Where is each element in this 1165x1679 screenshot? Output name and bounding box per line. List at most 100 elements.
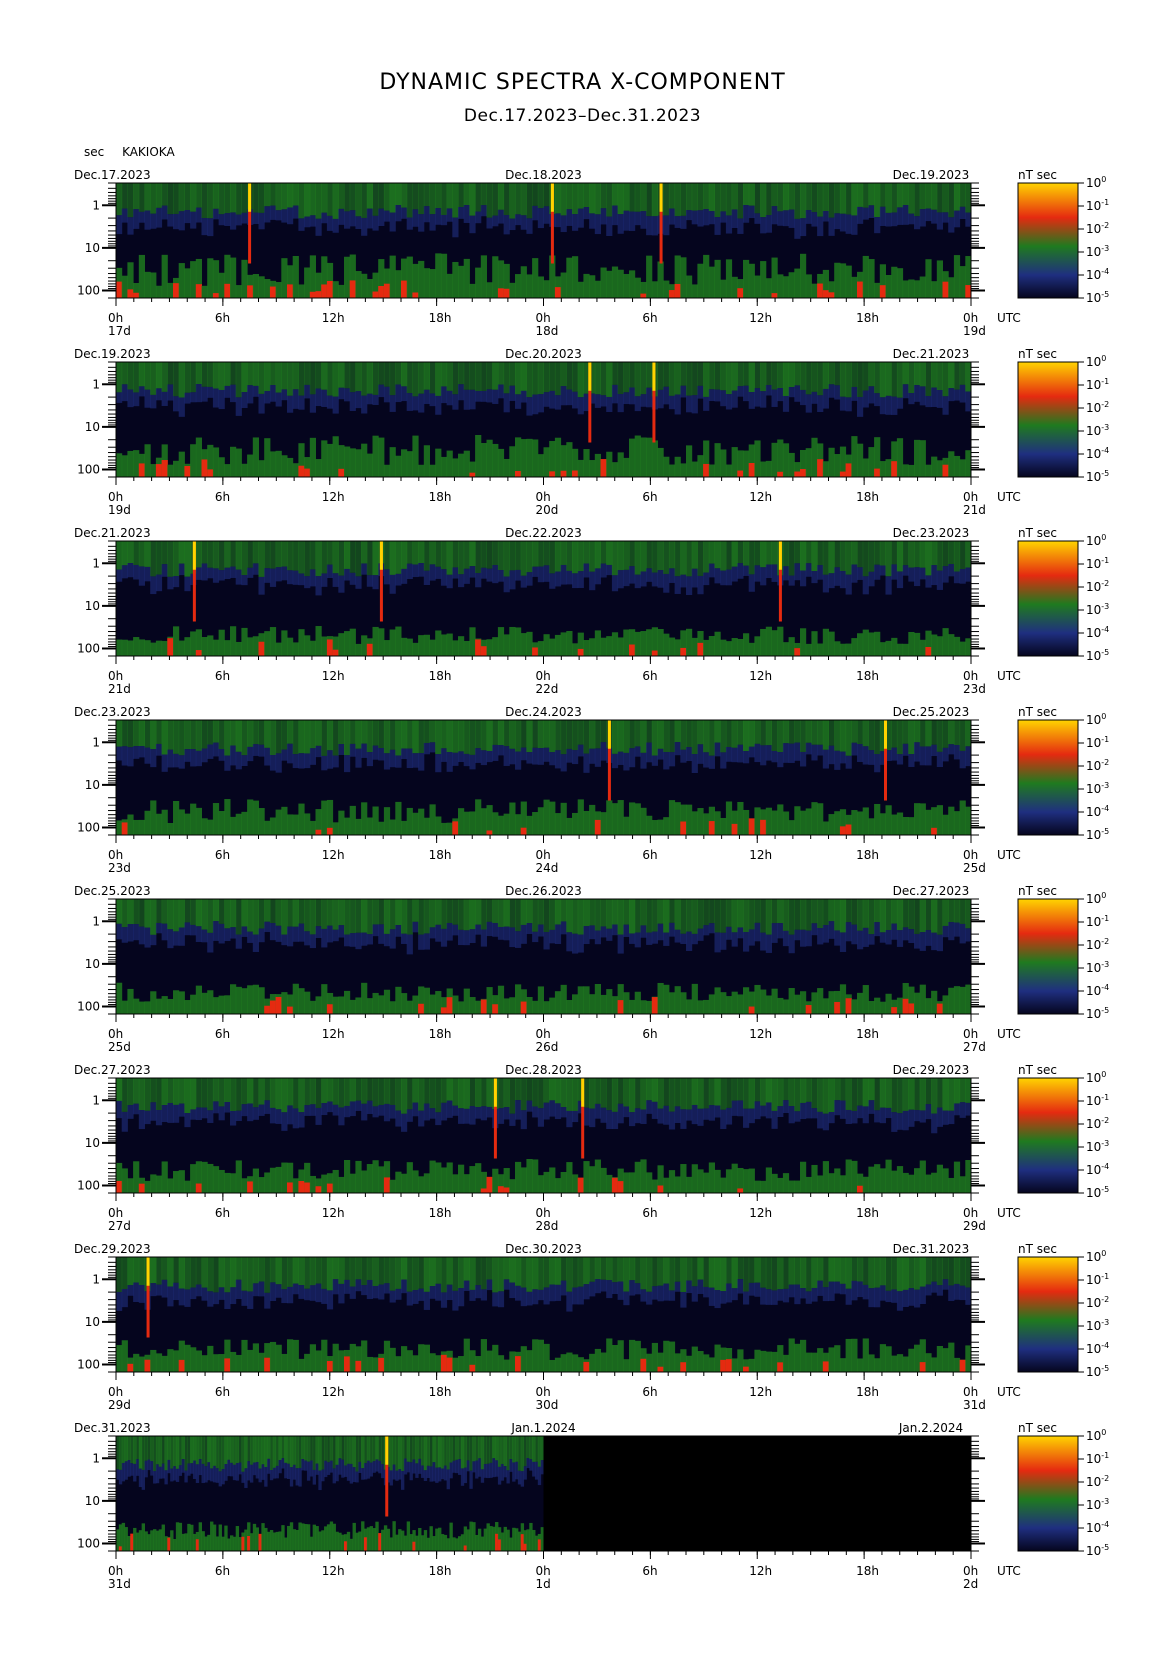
mid-band-cell <box>304 576 311 589</box>
mid-band-cell <box>275 925 282 942</box>
noise-band-cell <box>492 1436 496 1459</box>
noise-band-cell <box>264 1078 271 1101</box>
mid-band-cell <box>509 1282 516 1299</box>
activity-cell <box>184 1000 191 1014</box>
noise-band-cell <box>486 1078 493 1107</box>
activity-cell <box>361 1170 368 1193</box>
mid-band-cell <box>235 751 242 770</box>
noise-band-cell <box>646 362 653 388</box>
activity-cell <box>275 450 282 477</box>
mid-band-cell <box>389 749 396 768</box>
noise-band-cell <box>287 183 294 208</box>
mid-band-cell <box>458 751 465 763</box>
mid-band-cell <box>178 211 185 231</box>
activity-cell <box>429 1353 436 1372</box>
mid-band-cell <box>931 932 938 951</box>
noise-band-cell <box>634 1078 641 1109</box>
activity-cell <box>583 449 590 477</box>
activity-cell <box>252 984 259 1014</box>
mid-band-cell <box>857 567 864 580</box>
mid-band-cell <box>235 1463 240 1481</box>
noise-band-cell <box>161 899 168 924</box>
noise-band-cell <box>321 541 328 574</box>
noise-band-cell <box>857 720 864 745</box>
mid-band-cell <box>309 748 316 765</box>
spectrogram-panel-7: Dec.29.2023 Dec.30.2023 Dec.31.2023 nT sec1… <box>74 1242 1109 1412</box>
activity-cell <box>754 636 761 656</box>
noise-band-cell <box>526 1078 533 1101</box>
activity-cell <box>412 1170 419 1193</box>
mid-band-cell <box>811 212 818 227</box>
noise-band-cell <box>691 1257 698 1287</box>
mid-band-cell <box>309 394 316 413</box>
noise-band-cell <box>931 362 938 388</box>
activity-cell <box>138 1530 143 1551</box>
mid-band-cell <box>207 1110 214 1123</box>
mid-band-cell <box>509 218 516 231</box>
activity-cell <box>674 1353 681 1372</box>
noise-band-cell <box>452 1257 459 1291</box>
spike-mark-peak <box>493 1078 497 1107</box>
mid-band-cell <box>560 754 567 772</box>
noise-band-cell <box>868 899 875 935</box>
hot-cell <box>834 1001 841 1014</box>
activity-cell <box>292 1178 299 1193</box>
mid-band-cell <box>304 216 311 228</box>
activity-cell <box>777 439 784 477</box>
mid-band-cell <box>549 390 556 409</box>
activity-cell <box>936 260 943 298</box>
noise-band-cell <box>480 720 487 751</box>
noise-band-cell <box>703 899 710 926</box>
mid-band-cell <box>372 924 379 937</box>
noise-band-cell <box>760 1078 767 1106</box>
mid-band-cell <box>292 754 299 769</box>
activity-cell <box>440 822 448 835</box>
mid-band-cell <box>349 1286 356 1299</box>
hot-cell <box>224 1358 231 1372</box>
mid-band-cell <box>344 211 351 229</box>
mid-band-cell <box>714 742 721 757</box>
mid-band-cell <box>959 1102 966 1118</box>
mid-band-cell <box>161 1279 168 1298</box>
activity-cell <box>782 999 790 1014</box>
noise-band-cell <box>133 1078 140 1104</box>
noise-band-cell <box>326 541 334 565</box>
x-tick-label: 12h <box>749 848 772 862</box>
mid-band-cell <box>919 567 926 580</box>
hot-cell <box>212 293 220 298</box>
activity-cell <box>369 1526 373 1551</box>
noise-band-cell <box>657 362 664 390</box>
mid-band-cell <box>794 563 801 581</box>
mid-band-cell <box>714 389 721 402</box>
noise-band-cell <box>532 362 539 395</box>
activity-cell <box>817 1348 824 1372</box>
activity-cell <box>680 992 687 1014</box>
activity-cell <box>509 282 516 298</box>
activity-cell <box>269 627 277 656</box>
mid-band-cell <box>879 565 886 576</box>
noise-band-cell <box>167 541 174 577</box>
activity-cell <box>634 1340 641 1372</box>
hot-cell <box>817 459 824 477</box>
mid-band-cell <box>195 384 202 403</box>
activity-cell <box>794 806 801 835</box>
mid-band-cell <box>554 924 562 945</box>
mid-band-cell <box>190 924 197 936</box>
mid-band-cell <box>486 389 493 403</box>
activity-cell <box>284 1537 288 1551</box>
day-label: 29d <box>963 1219 986 1233</box>
noise-band-cell <box>948 541 955 564</box>
mid-band-cell <box>503 1279 510 1290</box>
mid-band-cell <box>885 212 892 227</box>
noise-band-cell <box>908 362 915 394</box>
mid-band-cell <box>355 1471 359 1483</box>
activity-cell <box>201 1531 205 1551</box>
noise-band-cell <box>771 899 778 924</box>
noise-band-cell <box>195 362 202 385</box>
colorbar-tick-label: 10-2 <box>1086 937 1109 952</box>
activity-cell <box>338 1532 342 1551</box>
mid-band-cell <box>344 568 351 581</box>
hot-cell <box>520 1001 527 1014</box>
activity-cell <box>606 636 613 656</box>
mid-band-cell <box>686 1280 693 1294</box>
